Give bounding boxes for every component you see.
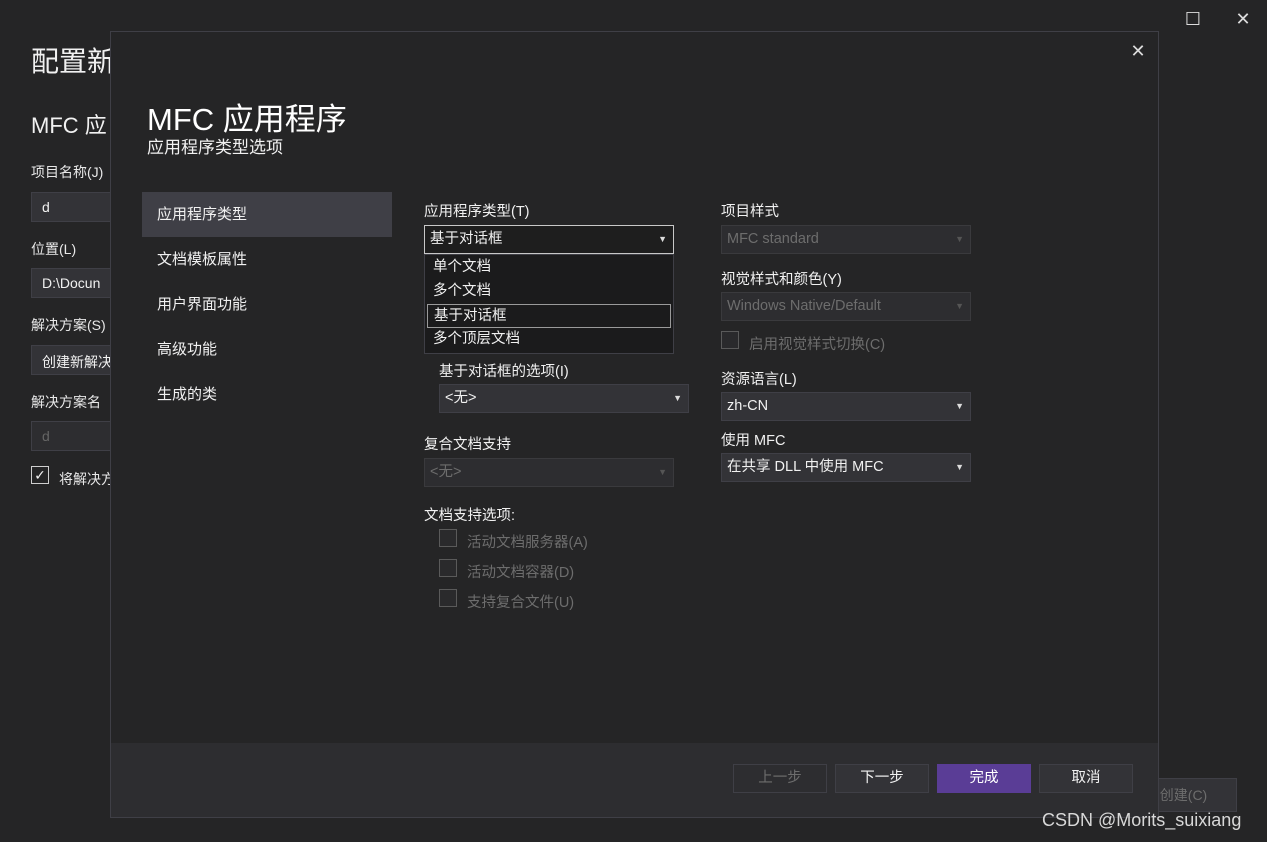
style-switch-checkbox[interactable]	[721, 331, 739, 349]
chevron-down-icon: ▼	[658, 234, 667, 244]
dialog-close-icon[interactable]: ✕	[1130, 42, 1146, 60]
cancel-button[interactable]: 取消	[1039, 764, 1133, 793]
next-button[interactable]: 下一步	[835, 764, 929, 793]
compound-doc-value: <无>	[430, 464, 462, 480]
project-style-label: 项目样式	[721, 204, 779, 220]
active-doc-server-checkbox[interactable]	[439, 529, 457, 547]
nav-item-generated-classes[interactable]: 生成的类	[142, 372, 392, 417]
chevron-down-icon: ▼	[955, 462, 964, 472]
solution-name-label: 解决方案名	[31, 394, 101, 410]
location-input[interactable]: D:\Docun	[31, 268, 121, 298]
chevron-down-icon: ▼	[658, 467, 667, 477]
dropdown-option-sdi[interactable]: 单个文档	[427, 256, 671, 280]
compound-doc-label: 复合文档支持	[424, 437, 511, 453]
app-type-dropdown: 单个文档 多个文档 基于对话框 多个顶层文档	[424, 254, 674, 354]
prev-button[interactable]: 上一步	[733, 764, 827, 793]
finish-button[interactable]: 完成	[937, 764, 1031, 793]
compound-files-checkbox[interactable]	[439, 589, 457, 607]
background-page-subtitle: MFC 应	[31, 113, 107, 138]
project-style-select[interactable]: MFC standard ▼	[721, 225, 971, 254]
active-doc-server-label: 活动文档服务器(A)	[467, 535, 588, 551]
active-doc-container-label: 活动文档容器(D)	[467, 565, 575, 581]
use-mfc-label: 使用 MFC	[721, 433, 786, 449]
dialog-options-label: 基于对话框的选项(I)	[439, 364, 569, 380]
dialog-options-select[interactable]: <无> ▼	[439, 384, 689, 413]
same-dir-checkbox[interactable]: ✓	[31, 466, 49, 484]
dialog-options-value: <无>	[445, 390, 477, 406]
nav-item-ui-features[interactable]: 用户界面功能	[142, 282, 392, 327]
chevron-down-icon: ▼	[673, 393, 682, 403]
dropdown-option-multi-top[interactable]: 多个顶层文档	[427, 328, 671, 352]
dropdown-option-dialog[interactable]: 基于对话框	[427, 304, 671, 328]
compound-doc-select[interactable]: <无> ▼	[424, 458, 674, 487]
chevron-down-icon: ▼	[955, 234, 964, 244]
resource-lang-select[interactable]: zh-CN ▼	[721, 392, 971, 421]
doc-support-label: 文档支持选项:	[424, 508, 516, 524]
app-type-label: 应用程序类型(T)	[424, 204, 530, 220]
visual-style-label: 视觉样式和颜色(Y)	[721, 272, 842, 288]
solution-select[interactable]: 创建新解决	[31, 345, 121, 375]
same-dir-label: 将解决方	[59, 471, 115, 487]
visual-style-value: Windows Native/Default	[727, 298, 881, 314]
background-page-title: 配置新	[31, 46, 116, 77]
app-type-select[interactable]: 基于对话框 ▼	[424, 225, 674, 254]
window-close-icon[interactable]: ✕	[1232, 8, 1254, 30]
app-type-value: 基于对话框	[430, 231, 503, 247]
use-mfc-value: 在共享 DLL 中使用 MFC	[727, 459, 884, 475]
resource-lang-value: zh-CN	[727, 398, 769, 414]
nav-item-app-type[interactable]: 应用程序类型	[142, 192, 392, 237]
chevron-down-icon: ▼	[955, 401, 964, 411]
project-name-input[interactable]: d	[31, 192, 121, 222]
chevron-down-icon: ▼	[955, 301, 964, 311]
nav-item-advanced[interactable]: 高级功能	[142, 327, 392, 372]
style-switch-label: 启用视觉样式切换(C)	[749, 337, 886, 353]
maximize-icon[interactable]: ☐	[1182, 8, 1204, 30]
watermark: CSDN @Morits_suixiang	[1042, 810, 1242, 830]
solution-name-input[interactable]: d	[31, 421, 121, 451]
solution-label: 解决方案(S)	[31, 317, 106, 333]
dialog-subtitle: 应用程序类型选项	[147, 138, 283, 157]
resource-lang-label: 资源语言(L)	[721, 372, 797, 388]
nav-item-doc-template[interactable]: 文档模板属性	[142, 237, 392, 282]
compound-files-label: 支持复合文件(U)	[467, 595, 575, 611]
project-style-value: MFC standard	[727, 231, 819, 247]
use-mfc-select[interactable]: 在共享 DLL 中使用 MFC ▼	[721, 453, 971, 482]
project-name-label: 项目名称(J)	[31, 164, 104, 180]
visual-style-select[interactable]: Windows Native/Default ▼	[721, 292, 971, 321]
dropdown-option-mdi[interactable]: 多个文档	[427, 280, 671, 304]
location-label: 位置(L)	[31, 241, 77, 257]
active-doc-container-checkbox[interactable]	[439, 559, 457, 577]
